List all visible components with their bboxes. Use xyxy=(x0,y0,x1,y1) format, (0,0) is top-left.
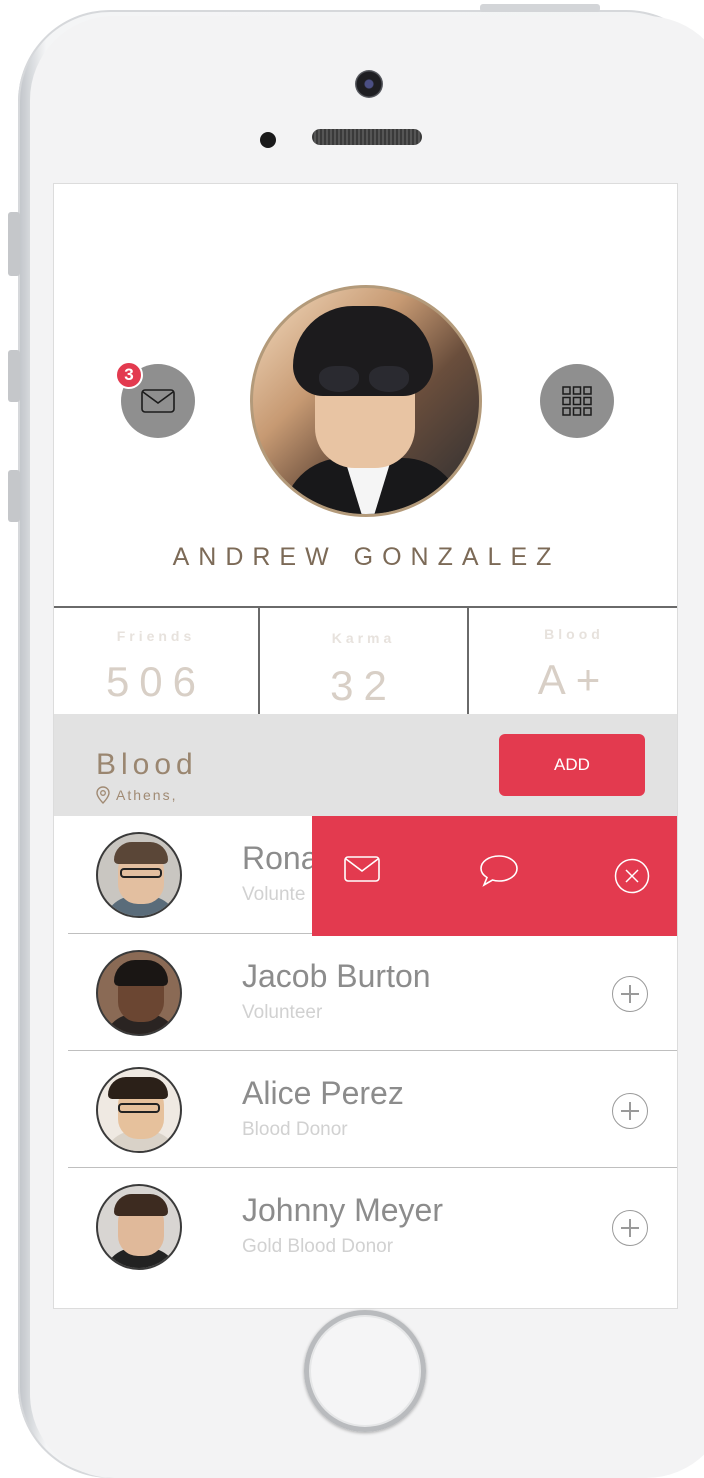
message-count-badge: 3 xyxy=(115,361,143,389)
proximity-sensor xyxy=(260,132,276,148)
stat-label: Blood xyxy=(544,626,604,642)
person-role: Gold Blood Donor xyxy=(242,1236,394,1257)
avatar xyxy=(96,832,182,918)
avatar xyxy=(96,1184,182,1270)
power-button xyxy=(480,4,600,12)
list-item[interactable]: Jacob Burton Volunteer xyxy=(68,934,677,1051)
home-button[interactable] xyxy=(304,1310,426,1432)
stats-row: Friends 506 Karma 32 Blood A+ xyxy=(54,606,677,714)
stat-value: 506 xyxy=(105,658,207,705)
envelope-icon xyxy=(141,389,175,413)
profile-avatar[interactable] xyxy=(250,285,482,517)
stat-value: A+ xyxy=(537,656,611,703)
stat-friends[interactable]: Friends 506 xyxy=(54,608,258,714)
plus-circle-icon[interactable] xyxy=(612,1093,648,1129)
person-role: Volunteer xyxy=(242,1002,323,1023)
front-camera xyxy=(355,70,383,98)
profile-name: ANDREW GONZALEZ xyxy=(172,543,561,571)
person-name: Jacob Burton xyxy=(242,958,431,994)
location-label: Athens, xyxy=(96,786,177,804)
location-text: Athens, xyxy=(116,787,178,803)
swipe-actions-panel xyxy=(312,816,677,936)
person-name: Alice Perez xyxy=(242,1075,404,1111)
earpiece-speaker xyxy=(312,129,422,145)
chat-action[interactable] xyxy=(479,854,519,888)
list-item[interactable]: Johnny Meyer Gold Blood Donor xyxy=(68,1168,677,1284)
blood-section-bar: Blood Athens, ADD xyxy=(54,714,677,816)
stat-label: Friends xyxy=(116,628,196,644)
person-name: Johnny Meyer xyxy=(242,1192,443,1228)
envelope-icon xyxy=(344,856,380,882)
stat-value: 32 xyxy=(330,662,397,709)
avatar xyxy=(96,950,182,1036)
person-role: Volunte xyxy=(242,884,306,905)
section-title: Blood xyxy=(96,748,198,781)
stat-karma[interactable]: Karma 32 xyxy=(258,608,467,714)
profile-header: 3 ANDREW GONZALEZ xyxy=(54,184,677,606)
dismiss-action[interactable] xyxy=(614,858,650,894)
mute-switch xyxy=(8,212,20,276)
grid-icon xyxy=(562,386,592,416)
close-circle-icon xyxy=(614,858,650,894)
person-name: Rona xyxy=(242,840,319,876)
menu-grid-button[interactable] xyxy=(540,364,614,438)
plus-circle-icon[interactable] xyxy=(612,1210,648,1246)
stat-label: Karma xyxy=(331,630,396,646)
app-screen: 3 ANDREW GONZALEZ Friends 506 Karma 32 B… xyxy=(53,183,678,1309)
send-message-action[interactable] xyxy=(344,856,380,882)
volume-up-button xyxy=(8,350,20,402)
plus-circle-icon[interactable] xyxy=(612,976,648,1012)
map-pin-icon xyxy=(96,786,110,804)
list-item[interactable]: Alice Perez Blood Donor xyxy=(68,1051,677,1168)
add-button[interactable]: ADD xyxy=(499,734,645,796)
avatar xyxy=(96,1067,182,1153)
speech-bubble-icon xyxy=(480,855,518,887)
volume-down-button xyxy=(8,470,20,522)
stat-blood[interactable]: Blood A+ xyxy=(467,608,677,714)
person-role: Blood Donor xyxy=(242,1119,348,1140)
